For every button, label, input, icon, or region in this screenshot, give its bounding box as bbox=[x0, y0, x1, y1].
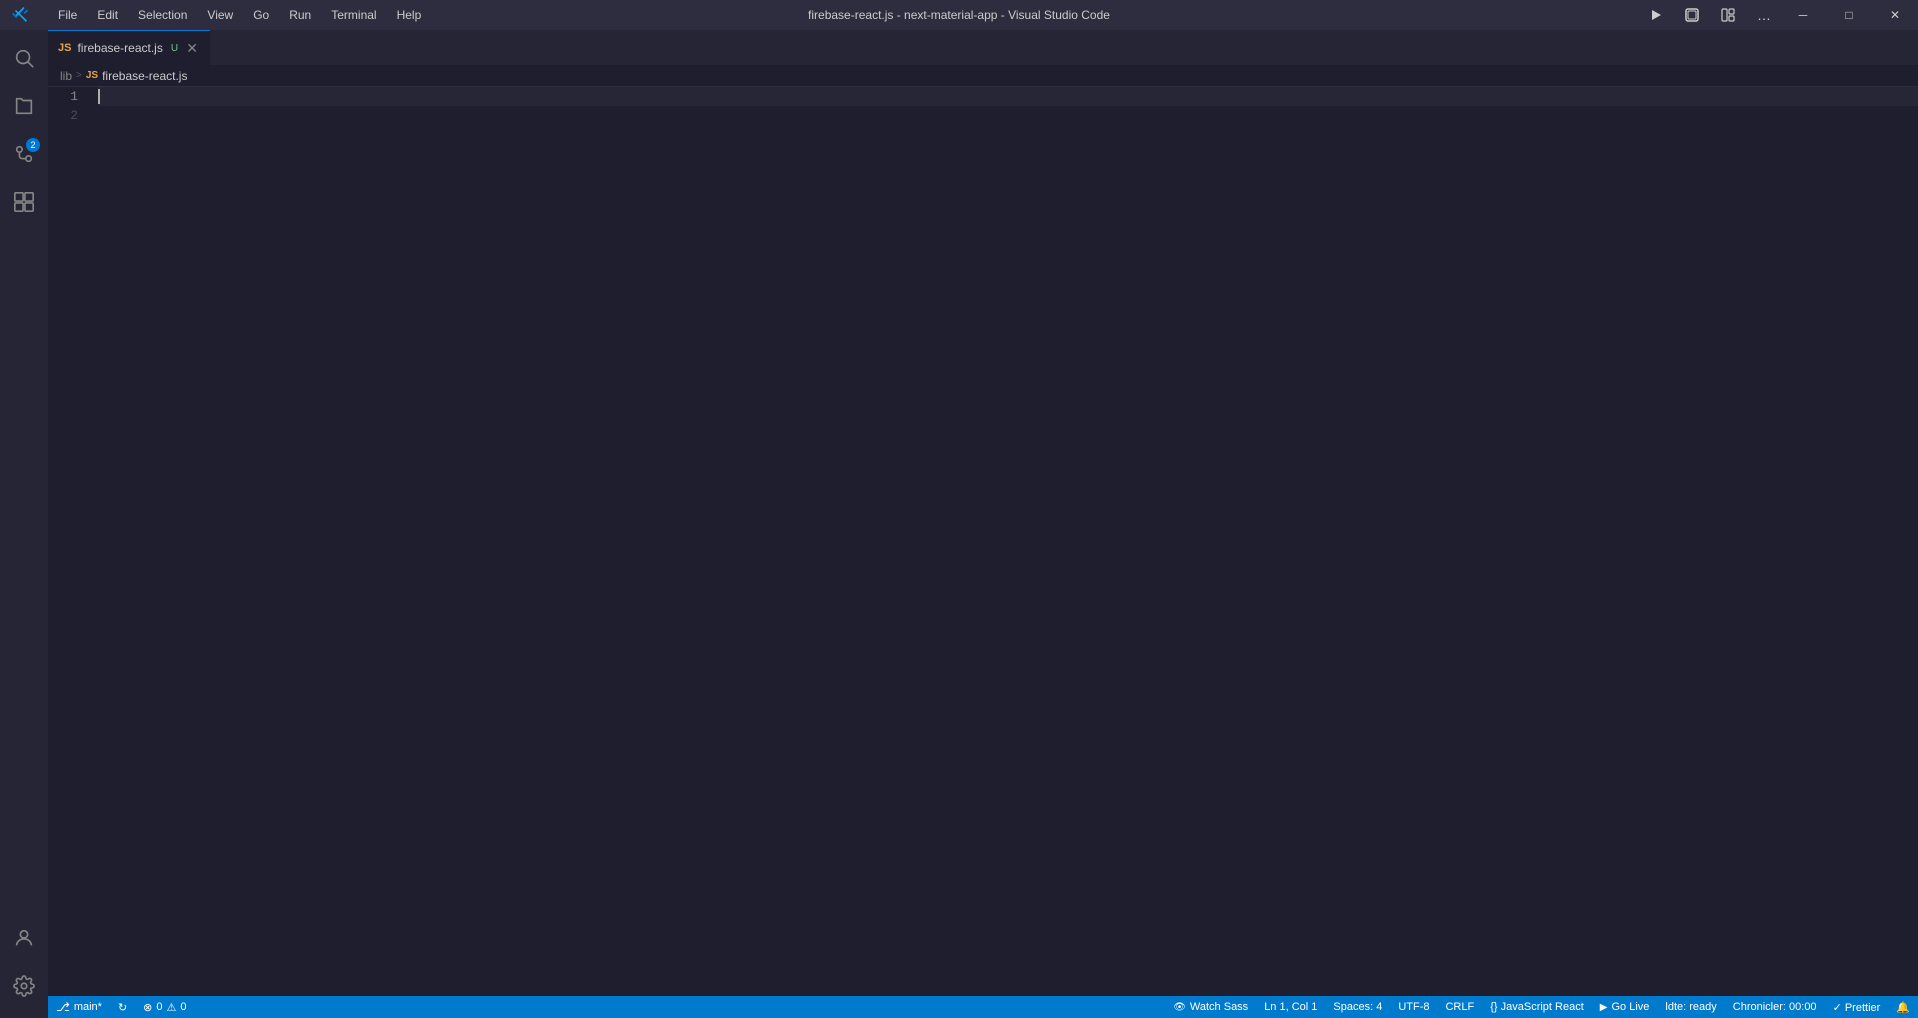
menu-terminal[interactable]: Terminal bbox=[323, 6, 384, 24]
status-bar-left: ⎇ main* ↻ ⊗ 0 ⚠ 0 bbox=[48, 996, 195, 1018]
line-col-item[interactable]: Ln 1, Col 1 bbox=[1256, 996, 1325, 1018]
menu-file[interactable]: File bbox=[50, 6, 85, 24]
sync-item[interactable]: ↻ bbox=[110, 996, 135, 1018]
line-number-2: 2 bbox=[58, 106, 88, 125]
breadcrumb: lib > JS firebase-react.js bbox=[48, 65, 1918, 87]
code-line-1 bbox=[98, 87, 1918, 106]
language-text: {} JavaScript React bbox=[1490, 1001, 1584, 1013]
prettier-text: ✓ Prettier bbox=[1833, 1001, 1881, 1014]
close-button[interactable]: ✕ bbox=[1872, 0, 1918, 30]
encoding-item[interactable]: UTF-8 bbox=[1390, 996, 1437, 1018]
line-col-text: Ln 1, Col 1 bbox=[1264, 1001, 1317, 1013]
go-live-text: Go Live bbox=[1611, 1001, 1649, 1013]
vscode-logo bbox=[12, 7, 28, 23]
account-activity-icon[interactable] bbox=[0, 914, 48, 962]
ldte-item[interactable]: ldte: ready bbox=[1657, 996, 1724, 1018]
run-button[interactable] bbox=[1642, 1, 1670, 29]
branch-text: main* bbox=[74, 1001, 102, 1013]
tab-close-button[interactable]: ✕ bbox=[184, 40, 200, 56]
menu-view[interactable]: View bbox=[199, 6, 241, 24]
eol-text: CRLF bbox=[1445, 1001, 1474, 1013]
line-number-1: 1 bbox=[58, 87, 88, 106]
status-bar-right: 👁 Watch Sass Ln 1, Col 1 Spaces: 4 UTF-8… bbox=[1165, 996, 1918, 1018]
bell-icon: 🔔 bbox=[1896, 1001, 1910, 1014]
minimize-button[interactable]: ─ bbox=[1780, 0, 1826, 30]
tab-label: firebase-react.js bbox=[77, 41, 162, 55]
go-live-item[interactable]: ▶ Go Live bbox=[1592, 996, 1658, 1018]
title-actions: … bbox=[1642, 1, 1778, 29]
warning-icon: ⚠ bbox=[167, 1001, 177, 1014]
content-area: JS firebase-react.js U ✕ lib > JS fireba… bbox=[48, 30, 1918, 1018]
sync-icon: ↻ bbox=[118, 1001, 127, 1014]
source-control-badge: 2 bbox=[26, 138, 40, 152]
window-title: firebase-react.js - next-material-app - … bbox=[808, 8, 1110, 22]
status-bar: ⎇ main* ↻ ⊗ 0 ⚠ 0 👁 Watch Sass bbox=[48, 996, 1918, 1018]
menu-selection[interactable]: Selection bbox=[130, 6, 195, 24]
watch-sass-icon: 👁 bbox=[1173, 1002, 1186, 1013]
main-layout: 2 bbox=[0, 30, 1918, 1018]
warning-count: 0 bbox=[180, 1001, 186, 1013]
watch-sass-item[interactable]: 👁 Watch Sass bbox=[1165, 996, 1256, 1018]
title-bar: File Edit Selection View Go Run Terminal… bbox=[0, 0, 1918, 30]
search-activity-icon[interactable] bbox=[0, 34, 48, 82]
maximize-button[interactable]: □ bbox=[1826, 0, 1872, 30]
remote-button[interactable] bbox=[1678, 1, 1706, 29]
tab-firebase-react[interactable]: JS firebase-react.js U ✕ bbox=[48, 30, 210, 65]
errors-item[interactable]: ⊗ 0 ⚠ 0 bbox=[135, 996, 194, 1018]
branch-icon: ⎇ bbox=[56, 1000, 70, 1014]
activity-bar: 2 bbox=[0, 30, 48, 1018]
window-controls: ─ □ ✕ bbox=[1780, 0, 1918, 30]
notifications-item[interactable]: 🔔 bbox=[1888, 996, 1918, 1018]
go-live-icon: ▶ bbox=[1600, 1002, 1608, 1013]
editor-content[interactable] bbox=[98, 87, 1918, 996]
menu-help[interactable]: Help bbox=[389, 6, 430, 24]
menu-run[interactable]: Run bbox=[281, 6, 319, 24]
breadcrumb-file-icon: JS bbox=[86, 70, 98, 81]
eol-item[interactable]: CRLF bbox=[1437, 996, 1482, 1018]
branch-item[interactable]: ⎇ main* bbox=[48, 996, 110, 1018]
code-line-2 bbox=[98, 106, 1918, 125]
error-icon: ⊗ bbox=[143, 1001, 152, 1014]
chronicler-item[interactable]: Chronicler: 00:00 bbox=[1725, 996, 1825, 1018]
source-control-activity-icon[interactable]: 2 bbox=[0, 130, 48, 178]
settings-activity-icon[interactable] bbox=[0, 962, 48, 1010]
prettier-item[interactable]: ✓ Prettier bbox=[1825, 996, 1889, 1018]
spaces-item[interactable]: Spaces: 4 bbox=[1325, 996, 1390, 1018]
breadcrumb-lib[interactable]: lib bbox=[60, 69, 72, 83]
js-file-icon: JS bbox=[58, 42, 71, 54]
editor-area[interactable]: 1 2 bbox=[48, 87, 1918, 996]
menu-edit[interactable]: Edit bbox=[89, 6, 126, 24]
activity-bar-bottom bbox=[0, 914, 48, 1018]
explorer-activity-icon[interactable] bbox=[0, 82, 48, 130]
watch-sass-text: Watch Sass bbox=[1190, 1001, 1248, 1013]
breadcrumb-separator: > bbox=[76, 70, 82, 81]
tab-modified-indicator: U bbox=[171, 43, 178, 54]
menu-go[interactable]: Go bbox=[245, 6, 277, 24]
spaces-text: Spaces: 4 bbox=[1333, 1001, 1382, 1013]
breadcrumb-filename[interactable]: firebase-react.js bbox=[102, 69, 187, 83]
more-actions-button[interactable]: … bbox=[1750, 1, 1778, 29]
tab-bar: JS firebase-react.js U ✕ bbox=[48, 30, 1918, 65]
error-count: 0 bbox=[156, 1001, 162, 1013]
encoding-text: UTF-8 bbox=[1398, 1001, 1429, 1013]
ldte-text: ldte: ready bbox=[1665, 1001, 1716, 1013]
extensions-activity-icon[interactable] bbox=[0, 178, 48, 226]
chronicler-text: Chronicler: 00:00 bbox=[1733, 1001, 1817, 1013]
text-cursor bbox=[98, 89, 100, 104]
line-numbers: 1 2 bbox=[48, 87, 98, 996]
language-item[interactable]: {} JavaScript React bbox=[1482, 996, 1592, 1018]
menu-bar: File Edit Selection View Go Run Terminal… bbox=[50, 6, 429, 24]
layout-button[interactable] bbox=[1714, 1, 1742, 29]
